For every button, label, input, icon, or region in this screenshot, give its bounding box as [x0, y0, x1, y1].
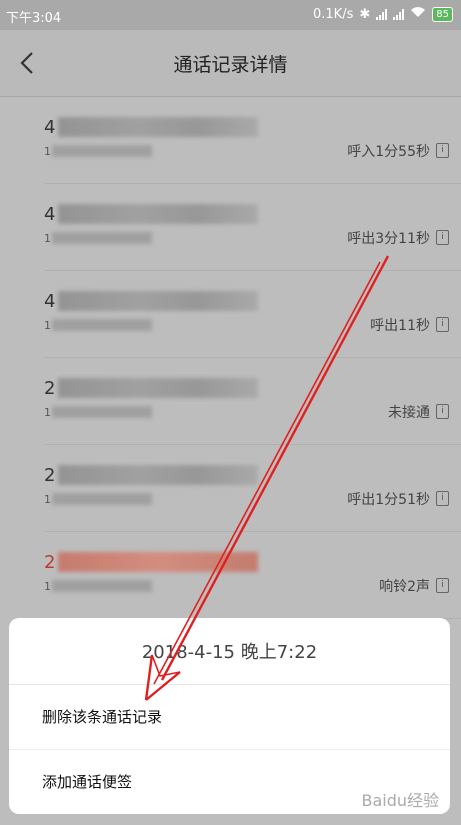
- record-location: 1: [44, 406, 51, 419]
- blurred-number: [58, 204, 258, 224]
- record-location: 1: [44, 580, 51, 593]
- delete-record-button[interactable]: 删除该条通话记录: [9, 685, 450, 750]
- status-time: 下午3:04: [6, 11, 62, 26]
- signal-icon: [376, 8, 388, 20]
- call-record-row[interactable]: 4 1 呼出11秒 i: [44, 271, 461, 358]
- status-bar: 下午3:04 0.1K/s ✱ 85: [0, 0, 461, 30]
- info-icon[interactable]: i: [436, 143, 449, 158]
- battery-icon: 85: [432, 6, 453, 22]
- record-status: 呼出11秒: [370, 318, 430, 334]
- info-icon[interactable]: i: [436, 230, 449, 245]
- blurred-number: [58, 465, 258, 485]
- blurred-location: [52, 319, 152, 331]
- record-number: 4: [44, 291, 56, 312]
- record-status: 呼出1分51秒: [347, 492, 430, 508]
- sheet-date: 2018-4-15 晚上7:22: [9, 618, 450, 685]
- network-speed: 0.1K/s: [313, 6, 354, 22]
- blurred-number: [58, 378, 258, 398]
- blurred-number: [58, 291, 258, 311]
- blurred-number: [58, 117, 258, 137]
- call-record-row[interactable]: 2 1 呼出1分51秒 i: [44, 445, 461, 532]
- record-status: 响铃2声: [379, 579, 430, 595]
- record-number: 2: [44, 552, 56, 573]
- info-icon[interactable]: i: [436, 404, 449, 419]
- record-status: 呼出3分11秒: [347, 231, 430, 247]
- record-location: 1: [44, 493, 51, 506]
- record-status: 呼入1分55秒: [347, 144, 430, 160]
- call-record-list: 4 1 呼入1分55秒 i 4 1 呼出3分11秒 i 4 1 呼出11秒 i …: [0, 97, 461, 619]
- record-location: 1: [44, 145, 51, 158]
- blurred-location: [52, 493, 152, 505]
- record-number: 2: [44, 465, 56, 486]
- page-title: 通话记录详情: [173, 54, 288, 76]
- info-icon[interactable]: i: [436, 491, 449, 506]
- bluetooth-icon: ✱: [359, 6, 371, 22]
- watermark: Baidu经验: [361, 791, 439, 810]
- blurred-location: [52, 232, 152, 244]
- action-sheet: 2018-4-15 晚上7:22 删除该条通话记录 添加通话便签: [9, 618, 450, 814]
- record-status: 未接通: [388, 405, 430, 421]
- app-header: 通话记录详情: [0, 30, 461, 97]
- record-location: 1: [44, 319, 51, 332]
- blurred-location: [52, 580, 152, 592]
- call-record-row[interactable]: 4 1 呼出3分11秒 i: [44, 184, 461, 271]
- status-icons: 0.1K/s ✱ 85: [313, 6, 453, 22]
- blurred-location: [52, 406, 152, 418]
- wifi-icon: [410, 6, 426, 22]
- blurred-number: [58, 552, 258, 572]
- call-record-row[interactable]: 2 1 未接通 i: [44, 358, 461, 445]
- call-record-row[interactable]: 2 1 响铃2声 i: [44, 532, 461, 619]
- record-number: 4: [44, 204, 56, 225]
- record-number: 2: [44, 378, 56, 399]
- info-icon[interactable]: i: [436, 578, 449, 593]
- record-location: 1: [44, 232, 51, 245]
- call-record-row[interactable]: 4 1 呼入1分55秒 i: [44, 97, 461, 184]
- blurred-location: [52, 145, 152, 157]
- signal-icon-2: [393, 8, 405, 20]
- record-number: 4: [44, 117, 56, 138]
- info-icon[interactable]: i: [436, 317, 449, 332]
